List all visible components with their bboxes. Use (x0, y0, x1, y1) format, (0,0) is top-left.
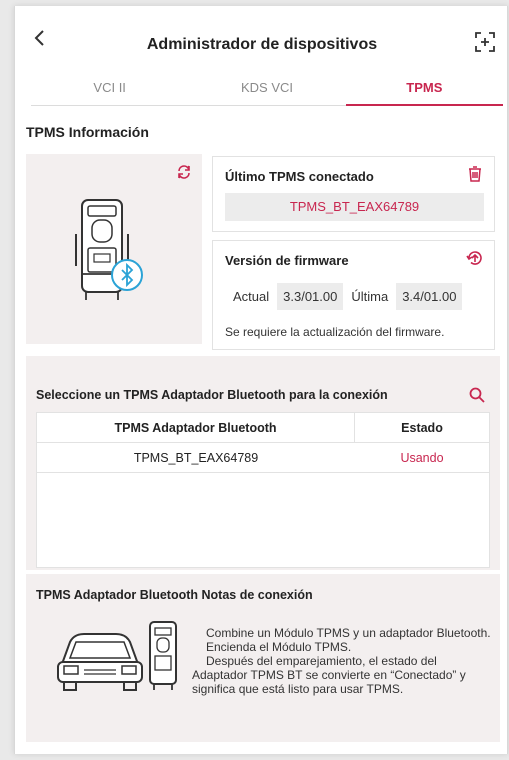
car-tpms-illustration (54, 616, 186, 701)
connection-notes-title: TPMS Adaptador Bluetooth Notas de conexi… (36, 588, 313, 602)
tpms-info-title: TPMS Información (26, 124, 149, 140)
connection-notes-section: TPMS Adaptador Bluetooth Notas de conexi… (26, 574, 500, 742)
tab-vci-ii[interactable]: VCI II (31, 76, 188, 105)
trash-icon[interactable] (466, 165, 484, 183)
bluetooth-section-title: Seleccione un TPMS Adaptador Bluetooth p… (36, 388, 388, 402)
table-row[interactable]: TPMS_BT_EAX64789 Usando (37, 443, 489, 473)
last-tpms-name: TPMS_BT_EAX64789 (225, 193, 484, 221)
table-header: TPMS Adaptador Bluetooth Estado (37, 413, 489, 443)
note-line: Encienda el Módulo TPMS. (206, 640, 352, 654)
current-label: Actual (233, 289, 270, 304)
firmware-note: Se requiere la actualización del firmwar… (225, 325, 445, 339)
tab-kds-vci[interactable]: KDS VCI (188, 76, 345, 105)
column-header-adapter: TPMS Adaptador Bluetooth (37, 413, 355, 442)
tab-tpms[interactable]: TPMS (345, 76, 504, 106)
latest-label: Última (351, 289, 389, 304)
firmware-version-row: Actual 3.3/01.00 Última 3.4/01.00 (225, 283, 470, 310)
adapter-status: Usando (400, 450, 444, 465)
latest-version: 3.4/01.00 (396, 283, 463, 310)
last-tpms-card: Último TPMS conectado TPMS_BT_EAX64789 (212, 156, 495, 232)
app-header: Administrador de dispositivos (15, 6, 509, 70)
last-tpms-title: Último TPMS conectado (225, 169, 374, 184)
bluetooth-icon (110, 258, 144, 297)
note-line: Después del emparejamiento, el estado de… (192, 654, 466, 696)
adapter-name: TPMS_BT_EAX64789 (133, 450, 259, 465)
bluetooth-adapter-table: TPMS Adaptador Bluetooth Estado TPMS_BT_… (36, 412, 490, 568)
current-version: 3.3/01.00 (277, 283, 344, 310)
page-title: Administrador de dispositivos (146, 36, 378, 53)
bluetooth-adapter-section: Seleccione un TPMS Adaptador Bluetooth p… (26, 356, 500, 570)
firmware-update-icon[interactable] (466, 249, 484, 267)
tpms-device-panel (26, 154, 202, 344)
search-icon[interactable] (468, 386, 486, 404)
note-line: Combine un Módulo TPMS y un adaptador Bl… (206, 626, 491, 640)
tab-bar: VCI II KDS VCI TPMS (31, 76, 504, 106)
connection-notes-text: Combine un Módulo TPMS y un adaptador Bl… (192, 626, 492, 696)
scan-add-icon[interactable] (473, 30, 497, 54)
refresh-icon[interactable] (176, 164, 192, 180)
firmware-title: Versión de firmware (225, 253, 349, 268)
column-header-status: Estado (401, 420, 443, 435)
firmware-card: Versión de firmware Actual 3.3/01.00 Últ… (212, 240, 495, 350)
